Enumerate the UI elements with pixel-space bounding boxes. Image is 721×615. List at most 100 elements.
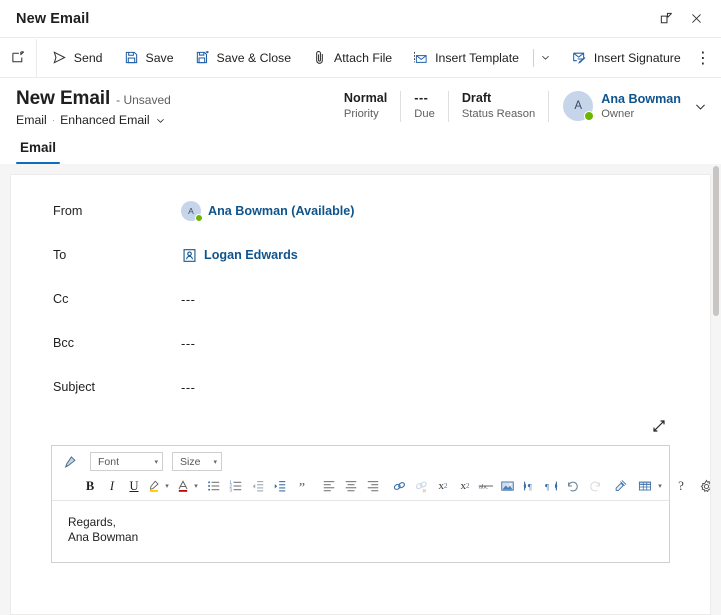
from-label: From [53, 204, 83, 218]
attach-file-button[interactable]: Attach File [303, 42, 400, 74]
save-and-close-button[interactable]: Save & Close [186, 42, 300, 74]
font-color-icon[interactable] [175, 476, 191, 496]
insert-table-icon[interactable] [635, 476, 655, 496]
format-painter-icon[interactable] [60, 452, 80, 472]
insert-template-button[interactable]: Insert Template [404, 42, 527, 74]
rte-toolbar-row-1: Font ▾ Size ▾ [58, 450, 663, 473]
to-label: To [53, 248, 67, 262]
vertical-scrollbar[interactable] [711, 164, 721, 615]
italic-button[interactable]: I [102, 476, 122, 496]
insert-template-icon [412, 49, 429, 66]
to-value[interactable]: Logan Edwards [181, 247, 692, 263]
send-icon [51, 49, 68, 66]
insert-signature-label: Insert Signature [593, 50, 681, 65]
from-person-chip[interactable]: A Ana Bowman (Available) [181, 201, 355, 222]
command-bar: Send Save Save & Close Attach File Inser… [0, 38, 721, 78]
align-center-button[interactable] [341, 476, 361, 496]
new-email-window: New Email Send Save Save & Close Attach … [0, 0, 721, 615]
from-presence-available-icon [195, 214, 203, 222]
close-icon[interactable] [681, 5, 711, 33]
record-header: New Email - Unsaved Email · Enhanced Ema… [0, 78, 721, 127]
from-value[interactable]: A Ana Bowman (Available) [181, 201, 692, 222]
insert-link-button[interactable] [389, 476, 409, 496]
increase-indent-button[interactable] [270, 476, 290, 496]
bcc-value[interactable]: --- [181, 336, 196, 351]
align-left-button[interactable] [319, 476, 339, 496]
breadcrumb: Email · Enhanced Email [16, 113, 171, 127]
save-button[interactable]: Save [115, 42, 182, 74]
send-button[interactable]: Send [43, 42, 111, 74]
open-in-new-window-icon[interactable] [651, 5, 681, 33]
left-to-right-button[interactable]: ¶ [519, 476, 539, 496]
subject-label: Subject [53, 380, 96, 394]
form-selector-chevron-down-icon[interactable] [155, 115, 166, 126]
bulleted-list-button[interactable] [204, 476, 224, 496]
form-selector-label[interactable]: Enhanced Email [60, 113, 150, 127]
page-title: New Email [16, 88, 111, 109]
priority-field[interactable]: Normal Priority [331, 90, 400, 122]
window-title: New Email [16, 10, 90, 27]
due-value: --- [414, 91, 429, 105]
insert-template-chevron-down-icon[interactable] [536, 42, 555, 74]
undo-button[interactable] [563, 476, 583, 496]
insert-signature-icon [571, 49, 588, 66]
blockquote-button[interactable]: ” [292, 476, 312, 496]
highlight-color-chevron-down-icon[interactable]: ▾ [164, 476, 173, 496]
font-family-value: Font [98, 455, 120, 468]
due-field[interactable]: --- Due [401, 90, 448, 122]
insert-table-chevron-down-icon[interactable]: ▾ [657, 476, 666, 496]
insert-image-icon[interactable] [497, 476, 517, 496]
subject-value[interactable]: --- [181, 380, 196, 395]
owner-field[interactable]: A Ana Bowman Owner [549, 91, 707, 122]
email-body-content[interactable]: Regards, Ana Bowman [52, 501, 669, 545]
bold-button[interactable]: B [80, 476, 100, 496]
owner-chevron-down-icon[interactable] [694, 100, 707, 113]
to-contact-chip[interactable]: Logan Edwards [181, 247, 298, 263]
rte-toolbar-row-2: B I U ▾ ▾ 1 2 3 ” x 2 x 2 abc ¶ ¶ ▾ ? [58, 475, 710, 497]
cc-label: Cc [53, 292, 69, 306]
tab-strip: Email [0, 127, 721, 164]
field-row-bcc: Bcc --- [29, 321, 692, 365]
font-color-chevron-down-icon[interactable]: ▾ [193, 476, 202, 496]
decrease-indent-button[interactable] [248, 476, 268, 496]
underline-button[interactable]: U [124, 476, 144, 496]
scrollbar-thumb[interactable] [713, 166, 719, 316]
insert-template-label: Insert Template [435, 50, 519, 65]
presence-available-icon [584, 111, 595, 121]
strikethrough-button[interactable]: abc [477, 476, 495, 496]
from-person-name[interactable]: Ana Bowman (Available) [208, 204, 355, 218]
numbered-list-button[interactable]: 123 [226, 476, 246, 496]
clear-formatting-icon[interactable] [610, 476, 630, 496]
to-contact-name[interactable]: Logan Edwards [204, 248, 298, 262]
command-separator [533, 48, 534, 67]
help-button[interactable]: ? [671, 476, 691, 496]
settings-gear-icon[interactable] [696, 476, 710, 496]
priority-value: Normal [343, 91, 388, 105]
expand-diagonal-icon[interactable] [648, 415, 670, 437]
align-right-button[interactable] [363, 476, 383, 496]
svg-text:abc: abc [479, 484, 488, 491]
save-and-close-icon [194, 49, 211, 66]
command-overflow-button[interactable]: ⋮ [691, 42, 715, 74]
field-row-to: To Logan Edwards [29, 233, 692, 277]
contact-icon [181, 247, 197, 263]
rich-text-editor: Font ▾ Size ▾ B I U ▾ ▾ 1 2 3 ” x 2 x 2 … [51, 445, 710, 563]
insert-signature-button[interactable]: Insert Signature [563, 42, 689, 74]
highlight-color-icon[interactable] [146, 476, 162, 496]
right-to-left-button[interactable]: ¶ [541, 476, 561, 496]
remove-link-button[interactable] [411, 476, 431, 496]
superscript-button[interactable]: x2 [433, 476, 453, 496]
paperclip-icon [311, 49, 328, 66]
tab-email[interactable]: Email [16, 140, 61, 164]
save-label: Save [145, 50, 174, 65]
owner-text: Ana Bowman Owner [601, 91, 681, 122]
owner-name[interactable]: Ana Bowman [601, 91, 681, 107]
font-size-select[interactable]: Size ▾ [172, 452, 222, 471]
font-family-select[interactable]: Font ▾ [90, 452, 163, 471]
status-reason-field[interactable]: Draft Status Reason [449, 90, 548, 122]
new-record-icon[interactable] [2, 38, 37, 77]
redo-button[interactable] [585, 476, 605, 496]
subscript-button[interactable]: x2 [455, 476, 475, 496]
tab-email-label: Email [20, 140, 57, 155]
cc-value[interactable]: --- [181, 292, 196, 307]
